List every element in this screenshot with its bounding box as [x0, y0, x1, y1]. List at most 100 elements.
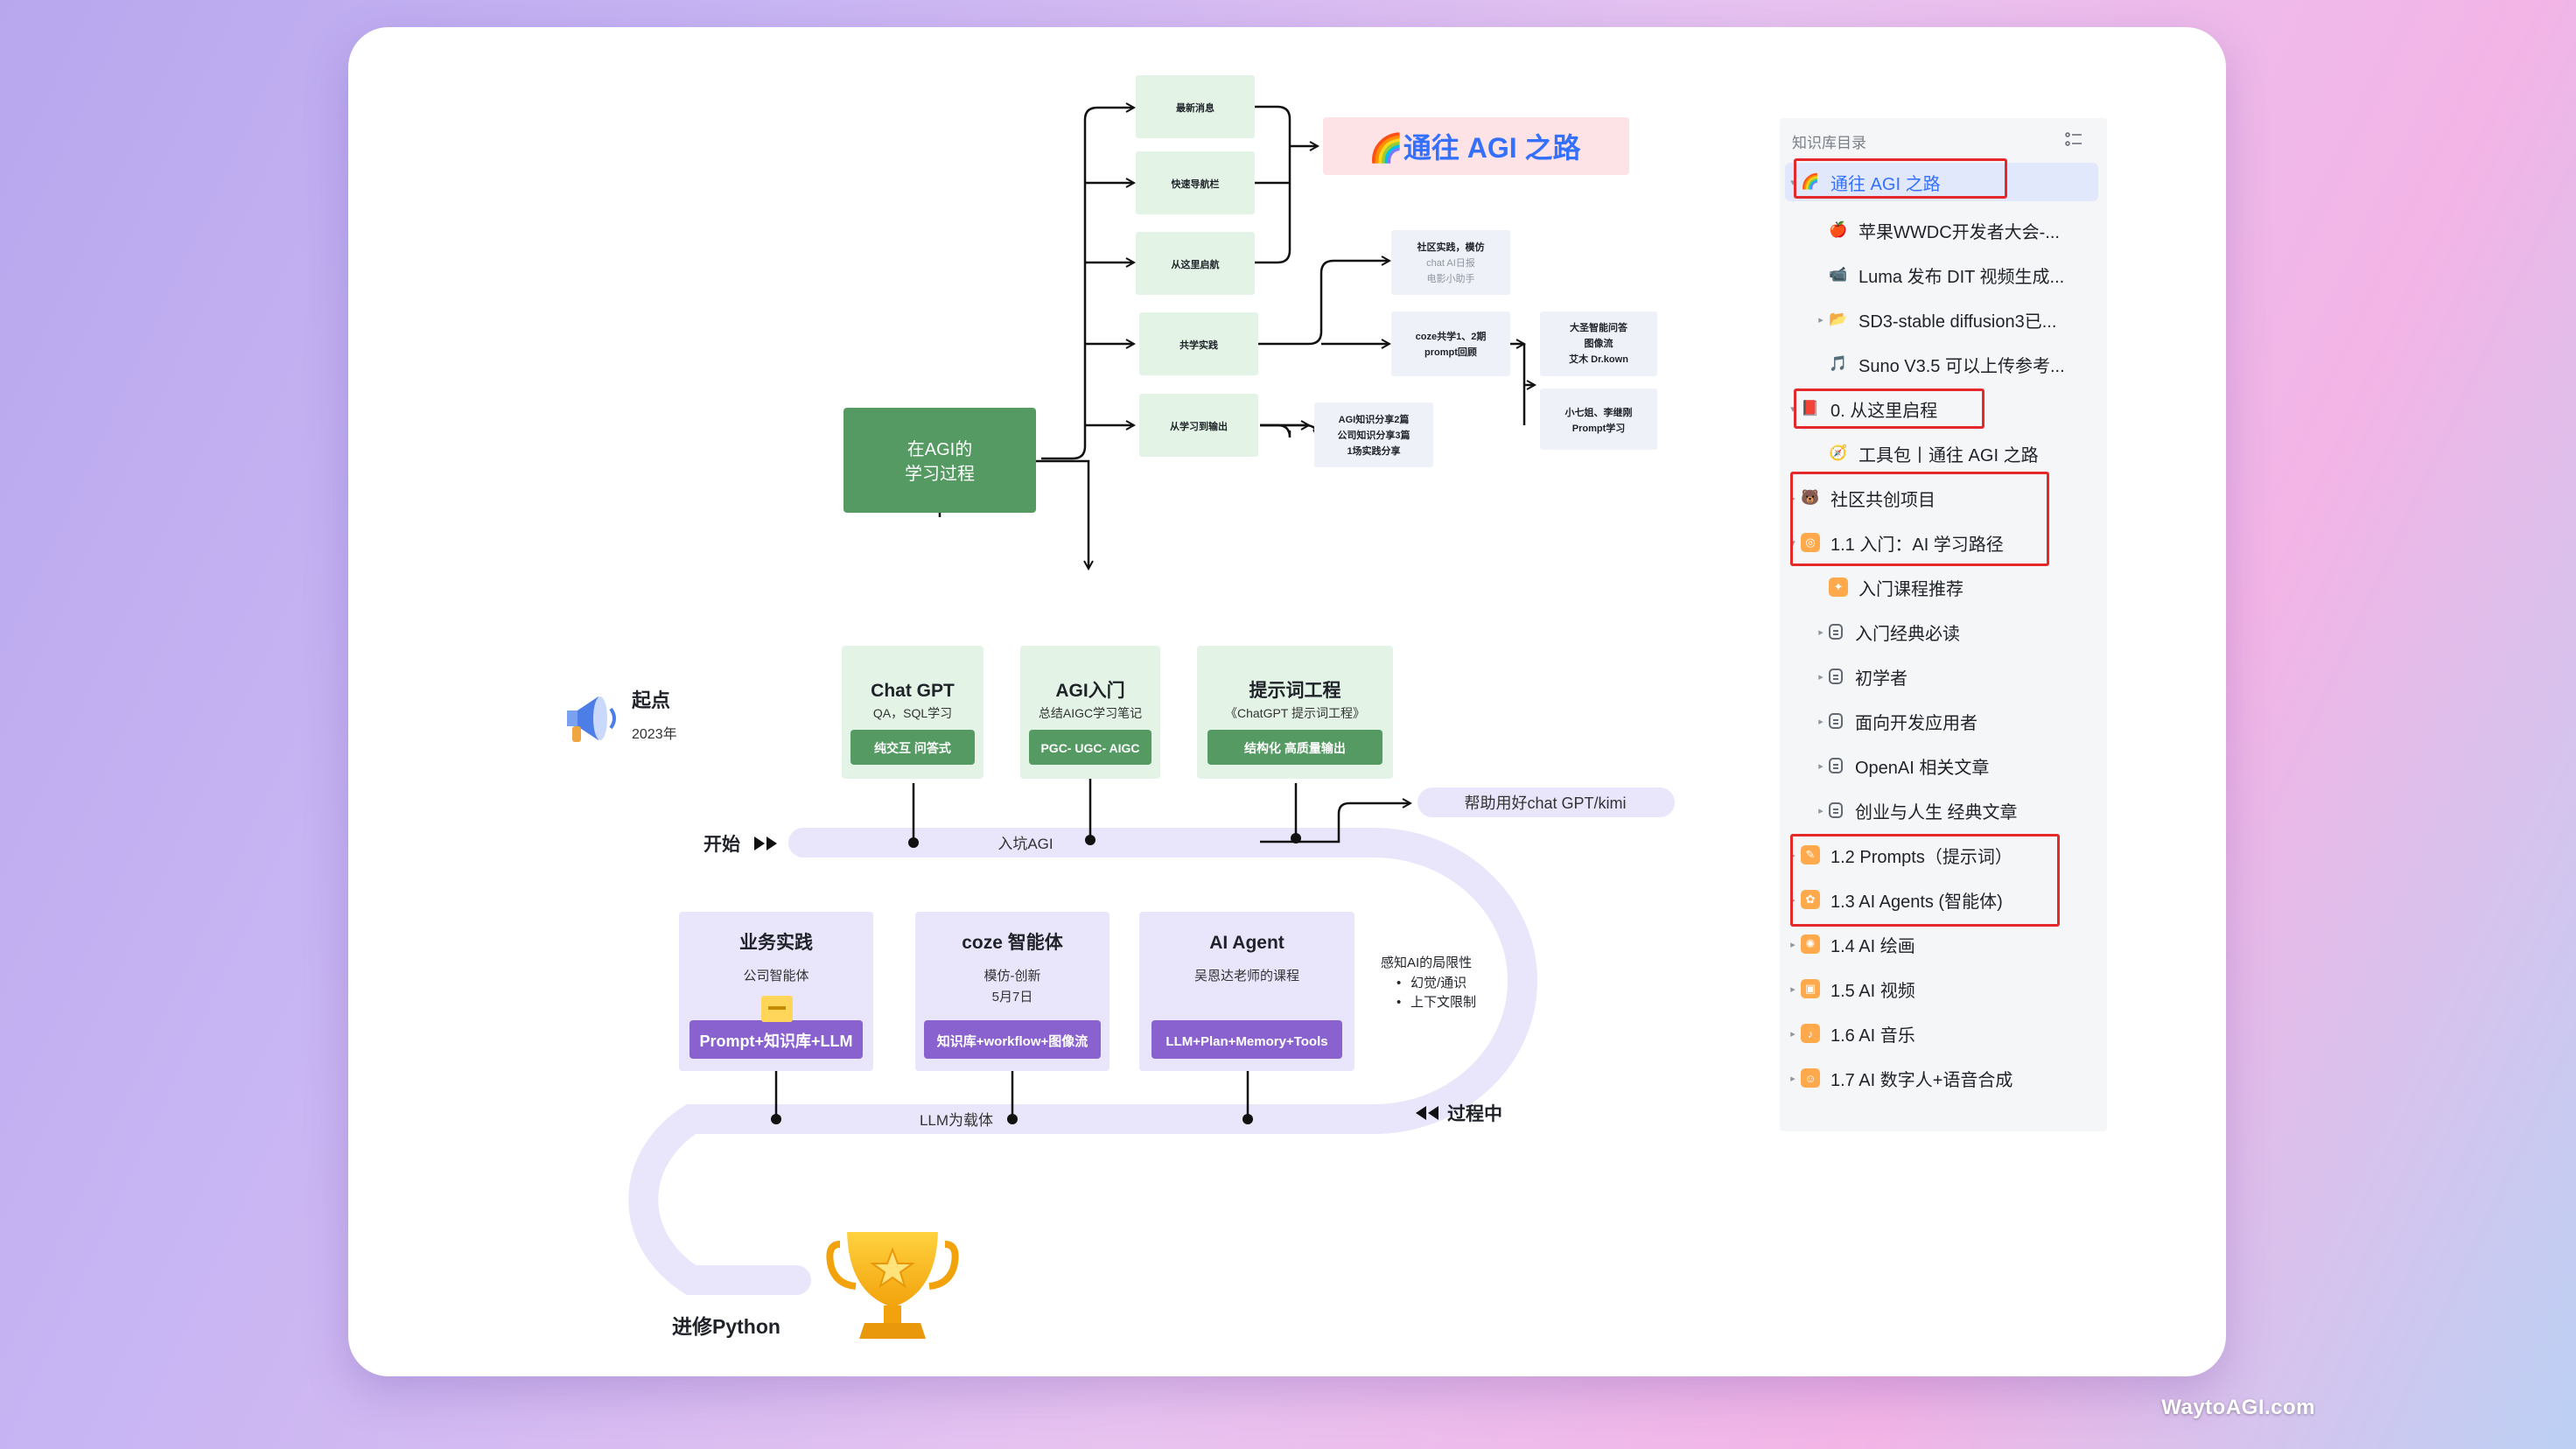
begin-label: 开始 [704, 834, 740, 855]
nav-item-colearn: 共学实践 [1180, 339, 1218, 351]
tree-item-1-4[interactable]: ▸ ✺ 1.4 AI 绘画 [1785, 925, 1915, 963]
tree-item-openai[interactable]: ▸ OpenAI 相关文章 [1813, 746, 1989, 785]
nav-item-news: 最新消息 [1176, 102, 1214, 114]
course-icon: ✦ [1829, 578, 1848, 597]
highlight-box-prompts-agents [1790, 834, 2060, 927]
python-label: 进修Python [672, 1315, 780, 1338]
right1-line2: 图像流 [1585, 337, 1614, 349]
highlight-box-intro [1790, 472, 2049, 566]
card-agi-sub: 总结AIGC学习笔记 [1039, 706, 1142, 720]
limits-bullet-1: • [1396, 976, 1401, 990]
megaphone-icon [567, 696, 616, 742]
tree-item-label: 入门经典必读 [1855, 624, 1960, 644]
tree-item-1-5[interactable]: ▸ ▣ 1.5 AI 视频 [1785, 970, 1915, 1008]
expand-arrow-icon[interactable]: ▸ [1785, 1073, 1801, 1084]
music-icon: ♪ [1801, 1024, 1820, 1043]
expand-arrow-icon[interactable]: ▸ [1813, 716, 1829, 727]
practice-line2: chat AI日报 [1426, 256, 1475, 269]
tree-item-label: 1.7 AI 数字人+语音合成 [1830, 1070, 2013, 1090]
card-chatgpt-title: Chat GPT [871, 681, 955, 701]
output-line2: 公司知识分享3篇 [1337, 429, 1410, 441]
tree-item-label: 入门课程推荐 [1858, 579, 1964, 599]
nav-item-output: 从学习到输出 [1170, 420, 1228, 432]
practice-line3: 电影小助手 [1427, 272, 1475, 284]
sidebar-header: 知识库目录 [1792, 135, 1866, 151]
tree-item-label: SD3-stable diffusion3已... [1858, 312, 2057, 332]
document-icon [1829, 624, 1843, 640]
card-coze-tag-text: 知识库+workflow+图像流 [937, 1033, 1088, 1049]
right2-line1: 小七姐、李继刚 [1564, 406, 1633, 418]
limits-title: 感知AI的局限性 [1381, 956, 1472, 970]
tree-item-developers[interactable]: ▸ 面向开发应用者 [1813, 702, 1978, 740]
folder-icon: 📂 [1829, 311, 1848, 327]
paint-icon: ✺ [1801, 934, 1820, 954]
tree-item-label: 1.4 AI 绘画 [1830, 936, 1915, 956]
tree-item-label: 面向开发应用者 [1855, 713, 1978, 733]
card-chatgpt-sub: QA，SQL学习 [873, 706, 952, 720]
center-box [844, 408, 1036, 513]
document-icon [1829, 802, 1843, 818]
tree-item-1-7[interactable]: ▸ ☺ 1.7 AI 数字人+语音合成 [1785, 1059, 2012, 1097]
card-business-sub1: 公司智能体 [743, 968, 808, 984]
tree-item-label: 1.6 AI 音乐 [1830, 1026, 1915, 1046]
tree-item-toolkit[interactable]: 🧭 工具包丨通往 AGI 之路 [1813, 434, 2039, 472]
knowledge-sidebar: 知识库目录 ▾ 🌈 通往 AGI 之路 🍎 苹果WWDC开发者大会-... 📹 … [1780, 118, 2107, 1131]
tree-item-beginner[interactable]: ▸ 初学者 [1813, 657, 1908, 696]
tree-item-sd3[interactable]: ▸ 📂 SD3-stable diffusion3已... [1813, 300, 2056, 339]
card-prompt-title: 提示词工程 [1250, 680, 1341, 701]
avatar-icon: ☺ [1801, 1068, 1820, 1088]
expand-arrow-icon[interactable]: ▸ [1785, 984, 1801, 995]
help-pill-text: 帮助用好chat GPT/kimi [1464, 794, 1626, 812]
coze-line1: coze共学1、2期 [1416, 330, 1487, 342]
card-business-title: 业务实践 [739, 932, 813, 953]
expand-arrow-icon[interactable]: ▸ [1813, 314, 1829, 326]
start-year: 2023年 [632, 726, 677, 742]
card-agent-sub1: 吴恩达老师的课程 [1194, 969, 1299, 984]
card-prompt-tag-text: 结构化 高质量输出 [1244, 741, 1346, 755]
tree-item-suno[interactable]: 🎵 Suno V3.5 可以上传参考... [1813, 345, 2065, 383]
music-note-icon: 🎵 [1829, 355, 1848, 372]
tree-item-label: 苹果WWDC开发者大会-... [1858, 222, 2060, 242]
start-title: 起点 [631, 690, 670, 711]
video-icon: ▣ [1801, 979, 1820, 998]
tree-item-label: Suno V3.5 可以上传参考... [1858, 356, 2065, 376]
document-icon [1829, 758, 1843, 774]
card-chatgpt-tag-text: 纯交互 问答式 [874, 741, 951, 755]
nav-item-start-here: 从这里启航 [1172, 258, 1220, 270]
card-coze-sub2: 5月7日 [992, 990, 1033, 1004]
road1-label: 入坑AGI [998, 836, 1053, 852]
card-business-tag-text: Prompt+知识库+LLM [699, 1032, 852, 1050]
fast-forward-icon [754, 836, 777, 850]
expand-arrow-icon[interactable]: ▸ [1785, 939, 1801, 950]
document-icon [1829, 668, 1843, 684]
expand-arrow-icon[interactable]: ▸ [1813, 805, 1829, 816]
tree-item-courses[interactable]: ✦ 入门课程推荐 [1813, 568, 1964, 606]
compass-icon: 🧭 [1829, 444, 1848, 461]
tree-item-label: Luma 发布 DIT 视频生成... [1858, 267, 2065, 287]
sticky-note-icon [761, 996, 793, 1022]
practice-line1: 社区实践，模仿 [1417, 241, 1485, 253]
right2-line2: Prompt学习 [1572, 422, 1626, 434]
tree-item-wwdc[interactable]: 🍎 苹果WWDC开发者大会-... [1813, 211, 2060, 249]
tree-item-label: 工具包丨通往 AGI 之路 [1858, 445, 2039, 466]
card-agi-tag-text: PGC- UGC- AIGC [1040, 741, 1139, 755]
outline-toggle-icon[interactable] [2063, 129, 2084, 150]
tree-item-startup[interactable]: ▸ 创业与人生 经典文章 [1813, 791, 2018, 830]
expand-arrow-icon[interactable]: ▸ [1785, 1028, 1801, 1040]
highlight-box-root [1794, 158, 2007, 199]
tree-item-luma[interactable]: 📹 Luma 发布 DIT 视频生成... [1813, 256, 2064, 294]
expand-arrow-icon[interactable]: ▸ [1813, 760, 1829, 772]
output-line1: AGI知识分享2篇 [1339, 413, 1410, 425]
card-agi-title: AGI入门 [1055, 680, 1124, 701]
limits-bullet-2: • [1396, 995, 1401, 1010]
center-box-line1: 在AGI的 [907, 439, 972, 459]
tree-item-1-6[interactable]: ▸ ♪ 1.6 AI 音乐 [1785, 1014, 1915, 1053]
right1-line3: 艾木 Dr.kown [1569, 353, 1628, 365]
expand-arrow-icon[interactable]: ▸ [1813, 671, 1829, 682]
learning-path-diagram: 🌈通往 AGI 之路 在AGI的 学习过程 最新消息 快速导航栏 从这里启航 共… [567, 75, 1675, 1339]
tree-item-label: OpenAI 相关文章 [1855, 758, 1990, 778]
expand-arrow-icon[interactable]: ▸ [1813, 626, 1829, 638]
tree-item-classics[interactable]: ▸ 入门经典必读 [1813, 612, 1960, 651]
document-icon [1829, 713, 1843, 729]
in-progress-label: 过程中 [1447, 1103, 1502, 1124]
